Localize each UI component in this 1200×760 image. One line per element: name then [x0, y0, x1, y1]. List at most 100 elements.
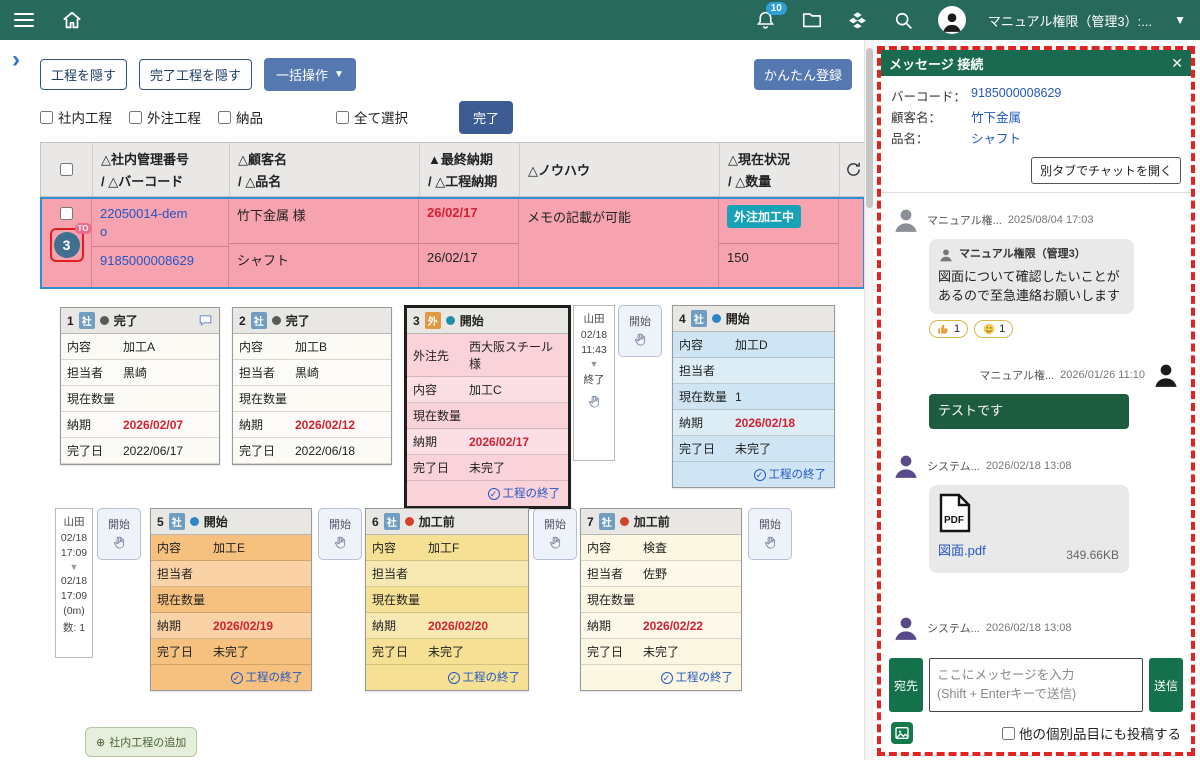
process-count-badge[interactable]: 3 TO — [50, 228, 84, 262]
chat-info-value[interactable]: シャフト — [971, 128, 1021, 147]
start-handle[interactable]: 開始 — [618, 305, 662, 357]
search-icon[interactable] — [892, 8, 916, 32]
card-field: 外注先西大阪スチール様 — [407, 334, 568, 377]
close-icon[interactable]: ✕ — [1171, 55, 1183, 72]
post-other-items[interactable]: 他の個別品目にも投稿する — [1002, 723, 1181, 743]
select-all[interactable]: 全て選択 — [336, 107, 408, 127]
filter-internal[interactable]: 社内工程 — [40, 107, 112, 127]
dropbox-icon[interactable] — [846, 8, 870, 32]
topbar: 10 マニュアル権限（管理3）:... ▼ — [0, 0, 1200, 40]
col-knowhow[interactable]: △ノウハウ — [520, 143, 720, 196]
barcode-link[interactable]: 9185000008629 — [100, 253, 194, 268]
avatar — [891, 451, 921, 481]
start-handle[interactable]: 開始 — [97, 508, 141, 560]
chat-bubble-icon[interactable] — [198, 313, 213, 328]
expand-sidebar-icon[interactable]: › — [12, 48, 20, 72]
end-process-link[interactable]: ✓工程の終了 — [407, 481, 568, 506]
card-type-badge: 社 — [251, 312, 267, 329]
process-card-3[interactable]: 3外開始外注先西大阪スチール様内容加工C現在数量納期2026/02/17完了日未… — [404, 305, 571, 509]
col-manage-no[interactable]: △社内管理番号/ △バーコード — [93, 143, 230, 196]
knowhow-memo: メモの記載が可能 — [527, 207, 710, 226]
item-name: シャフト — [237, 250, 289, 269]
hide-completed-button[interactable]: 完了工程を隠す — [139, 59, 252, 90]
customer-name: 竹下金属 様 — [237, 205, 306, 224]
filter-external[interactable]: 外注工程 — [129, 107, 201, 127]
chat-panel: メッセージ 接続 ✕ バーコード：9185000008629顧客名：竹下金属品名… — [877, 46, 1195, 756]
timeline-text: 数: 1 — [63, 620, 85, 635]
card-field: 納期2026/02/19 — [151, 613, 311, 639]
card-number: 2 — [239, 314, 246, 328]
send-button[interactable]: 送信 — [1149, 658, 1183, 712]
card-number: 3 — [413, 314, 420, 328]
vertical-scrollbar[interactable] — [864, 40, 874, 760]
end-process-link[interactable]: ✓工程の終了 — [673, 462, 834, 487]
chevron-down-icon[interactable]: ▼ — [1174, 13, 1186, 27]
filter-external-checkbox[interactable] — [129, 111, 142, 124]
chat-info-value[interactable]: 9185000008629 — [971, 86, 1061, 105]
process-card-1[interactable]: 1社完了内容加工A担当者黒崎現在数量納期2026/02/07完了日2022/06… — [60, 307, 220, 465]
notifications-icon[interactable]: 10 — [754, 8, 778, 32]
filter-internal-checkbox[interactable] — [40, 111, 53, 124]
process-card-5[interactable]: 5社開始内容加工E担当者現在数量納期2026/02/19完了日未完了✓工程の終了 — [150, 508, 312, 691]
col-customer[interactable]: △顧客名/ △品名 — [230, 143, 420, 196]
add-internal-process-button[interactable]: ⊕社内工程の追加 — [85, 727, 197, 757]
scrollbar-thumb[interactable] — [866, 48, 873, 208]
hide-process-button[interactable]: 工程を隠す — [40, 59, 127, 90]
status-dot-icon — [405, 517, 414, 526]
start-handle[interactable]: 開始 — [748, 508, 792, 560]
file-attachment[interactable]: PDF図面.pdf349.66KB — [929, 485, 1129, 573]
check-icon: ✓ — [488, 488, 500, 500]
refresh-icon[interactable] — [840, 143, 866, 196]
hand-icon[interactable] — [587, 394, 602, 412]
folder-icon[interactable] — [800, 8, 824, 32]
account-label[interactable]: マニュアル権限（管理3）:... — [988, 11, 1152, 30]
end-process-link[interactable]: ✓工程の終了 — [581, 665, 741, 690]
svg-text:PDF: PDF — [944, 515, 964, 526]
process-due-date: 26/02/17 — [427, 250, 478, 265]
header-checkbox[interactable] — [60, 163, 73, 176]
card-header: 7社加工前 — [581, 509, 741, 535]
col-due[interactable]: ▲最終納期/ △工程納期 — [420, 143, 520, 196]
home-icon[interactable] — [60, 8, 84, 32]
chat-info-value[interactable]: 竹下金属 — [971, 107, 1021, 126]
end-process-link[interactable]: ✓工程の終了 — [151, 665, 311, 690]
col-status[interactable]: △現在状況/ △数量 — [720, 143, 840, 196]
status-dot-icon — [446, 316, 455, 325]
row-checkbox[interactable] — [60, 207, 73, 220]
process-card-4[interactable]: 4社開始内容加工D担当者現在数量1納期2026/02/18完了日未完了✓工程の終… — [672, 305, 835, 488]
smile-icon[interactable]: 1 — [974, 320, 1013, 338]
avatar — [938, 247, 954, 263]
card-status-label: 開始 — [460, 312, 484, 329]
bulk-action-button[interactable]: 一括操作▼ — [264, 58, 356, 91]
process-card-2[interactable]: 2社完了内容加工B担当者黒崎現在数量納期2026/02/12完了日2022/06… — [232, 307, 392, 465]
status-dot-icon — [620, 517, 629, 526]
start-handle[interactable]: 開始 — [533, 508, 577, 560]
manage-no-link[interactable]: 22050014-demo — [100, 205, 192, 240]
post-other-items-checkbox[interactable] — [1002, 727, 1015, 740]
user-avatar[interactable] — [938, 6, 966, 34]
card-field: 現在数量 — [366, 587, 528, 613]
card-field: 担当者 — [366, 561, 528, 587]
chat-message: システム...2026/02/18 13:08 — [891, 613, 1181, 643]
card-field: 現在数量 — [233, 386, 391, 412]
filter-delivery-checkbox[interactable] — [218, 111, 231, 124]
easy-register-button[interactable]: かんたん登録 — [754, 59, 852, 90]
complete-button[interactable]: 完了 — [459, 101, 513, 134]
open-chat-tab-button[interactable]: 別タブでチャットを開く — [1031, 157, 1181, 184]
card-header: 6社加工前 — [366, 509, 528, 535]
filter-delivery[interactable]: 納品 — [218, 107, 263, 127]
process-card-7[interactable]: 7社加工前内容検査担当者佐野現在数量納期2026/02/22完了日未完了✓工程の… — [580, 508, 742, 691]
table-row[interactable]: 3 TO 22050014-demo 9185000008629 竹下金属 様 … — [40, 197, 865, 289]
end-process-link[interactable]: ✓工程の終了 — [366, 665, 528, 690]
menu-icon[interactable] — [14, 13, 34, 27]
message-input[interactable] — [929, 658, 1143, 712]
recipient-button[interactable]: 宛先 — [889, 658, 923, 712]
card-type-badge: 社 — [691, 310, 707, 327]
card-number: 6 — [372, 515, 379, 529]
start-handle[interactable]: 開始 — [318, 508, 362, 560]
thumbs-up-icon[interactable]: 1 — [929, 320, 968, 338]
select-all-checkbox[interactable] — [336, 111, 349, 124]
card-type-badge: 社 — [169, 513, 185, 530]
image-upload-icon[interactable] — [891, 722, 913, 744]
process-card-6[interactable]: 6社加工前内容加工F担当者現在数量納期2026/02/20完了日未完了✓工程の終… — [365, 508, 529, 691]
